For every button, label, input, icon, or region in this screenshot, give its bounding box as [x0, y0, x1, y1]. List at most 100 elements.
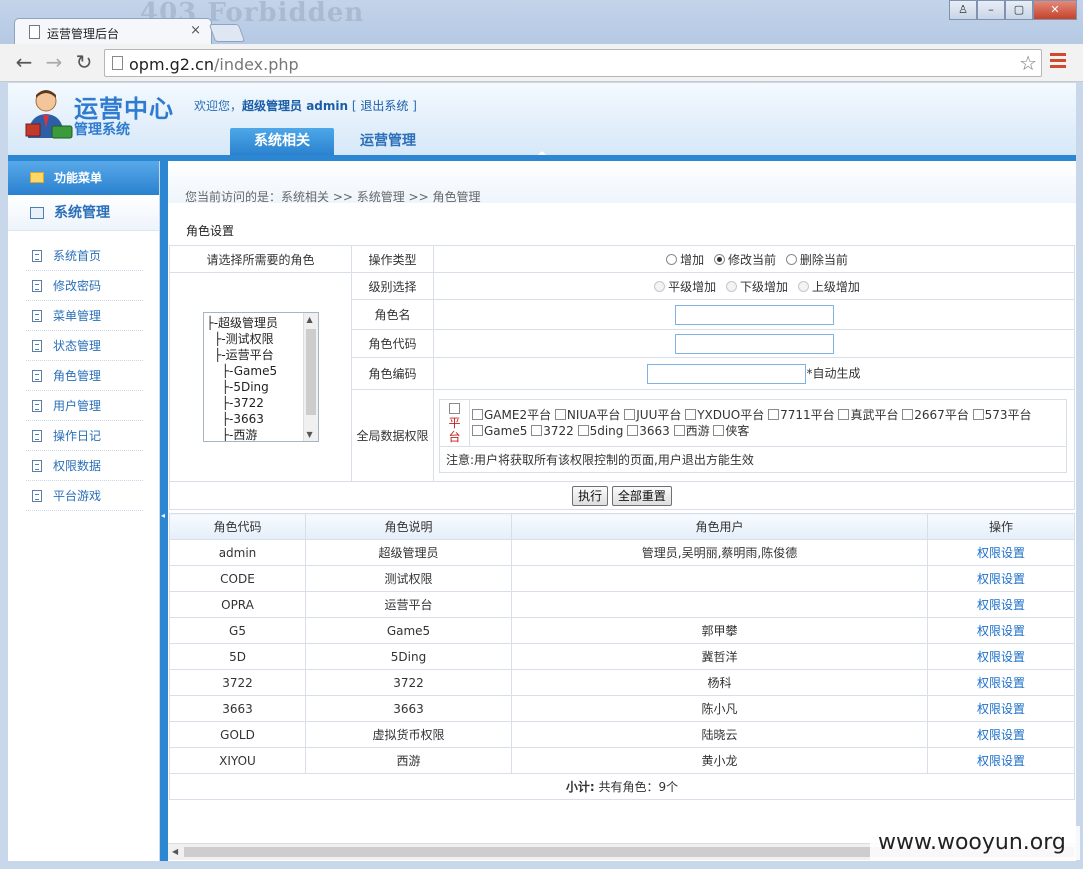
- sidebar-item-roles[interactable]: 角色管理: [8, 361, 159, 391]
- table-row: 3722 3722 杨科 权限设置: [169, 669, 1075, 696]
- col-role-desc: 角色说明: [305, 513, 512, 540]
- logout-link[interactable]: 退出系统: [360, 99, 408, 113]
- sidebar-item-menu[interactable]: 菜单管理: [8, 301, 159, 331]
- permission-settings-link[interactable]: 权限设置: [927, 565, 1075, 592]
- forward-icon[interactable]: →: [42, 50, 66, 74]
- scrollbar-thumb[interactable]: [305, 329, 316, 415]
- bookmark-star-icon[interactable]: ☆: [1019, 51, 1037, 75]
- page-icon: [112, 56, 123, 70]
- tree-item[interactable]: ├-测试权限: [207, 331, 318, 347]
- reload-icon[interactable]: ↻: [72, 50, 96, 74]
- permission-settings-link[interactable]: 权限设置: [927, 747, 1075, 774]
- close-window-button[interactable]: ✕: [1033, 0, 1077, 20]
- platform-checkbox[interactable]: [685, 408, 697, 420]
- collapse-arrow-icon[interactable]: [538, 151, 546, 155]
- platform-permission-table: 平台 GAME2平台 NIUA平台 JUU平台 YXDUO平台 7711平台 真…: [439, 398, 1067, 473]
- platform-checkbox[interactable]: [768, 408, 780, 420]
- tree-item[interactable]: ├-5Ding: [207, 379, 318, 395]
- maximize-button[interactable]: ▢: [1005, 0, 1033, 20]
- platform-checkbox[interactable]: [554, 408, 566, 420]
- radio-delete[interactable]: [785, 253, 797, 265]
- table-row: XIYOU 西游 黄小龙 权限设置: [169, 747, 1075, 774]
- sidebar-splitter[interactable]: ◂: [160, 161, 168, 861]
- platform-checkbox[interactable]: [838, 408, 850, 420]
- table-row: admin 超级管理员 管理员,吴明丽,蔡明雨,陈俊德 权限设置: [169, 539, 1075, 566]
- radio-upper-level[interactable]: [797, 280, 809, 292]
- permission-settings-link[interactable]: 权限设置: [927, 617, 1075, 644]
- platform-checkbox[interactable]: [713, 424, 725, 436]
- sidebar-group-system[interactable]: 系统管理: [8, 195, 159, 231]
- platform-checkbox[interactable]: [472, 408, 483, 420]
- radio-modify[interactable]: [713, 253, 725, 265]
- auto-generate-note: *自动生成: [806, 366, 861, 380]
- permission-settings-link[interactable]: 权限设置: [927, 591, 1075, 618]
- sidebar-item-home[interactable]: 系统首页: [8, 241, 159, 271]
- platform-all-checkbox[interactable]: [448, 402, 460, 414]
- welcome-text: 欢迎您，超级管理员 admin [ 退出系统 ]: [194, 99, 417, 113]
- minimize-button[interactable]: –: [977, 0, 1005, 20]
- permission-settings-link[interactable]: 权限设置: [927, 539, 1075, 566]
- tab-close-icon[interactable]: ×: [190, 23, 201, 38]
- tree-item[interactable]: ├-Game5: [207, 363, 318, 379]
- role-code-input[interactable]: [674, 333, 834, 354]
- document-icon: [32, 490, 42, 502]
- document-icon: [32, 310, 42, 322]
- chrome-menu-icon[interactable]: [1050, 53, 1066, 71]
- radio-lower-level[interactable]: [725, 280, 737, 292]
- platform-checkbox[interactable]: [673, 424, 685, 436]
- breadcrumb: 您当前访问的是：系统相关 >> 系统管理 >> 角色管理: [185, 190, 481, 204]
- tree-item[interactable]: ├-西游: [207, 427, 318, 441]
- role-name-input[interactable]: [674, 304, 834, 325]
- platform-checkbox[interactable]: [972, 408, 984, 420]
- scroll-left-icon[interactable]: ◀: [172, 847, 178, 856]
- role-number-input[interactable]: [647, 363, 807, 384]
- platform-checkbox[interactable]: [472, 424, 483, 436]
- tab-operations[interactable]: 运营管理: [336, 128, 440, 155]
- col-actions: 操作: [927, 513, 1075, 540]
- permission-settings-link[interactable]: 权限设置: [927, 695, 1075, 722]
- platform-checkbox[interactable]: [902, 408, 914, 420]
- role-name-label: 角色名: [351, 299, 434, 330]
- permission-settings-link[interactable]: 权限设置: [927, 669, 1075, 696]
- tab-system[interactable]: 系统相关: [230, 128, 334, 155]
- execute-button[interactable]: 执行: [572, 485, 609, 506]
- address-bar[interactable]: opm.g2.cn/index.php ☆: [104, 49, 1042, 77]
- document-icon: [32, 280, 42, 292]
- window-controls: ♙ – ▢ ✕: [949, 0, 1077, 20]
- scroll-down-icon[interactable]: ▼: [307, 430, 313, 439]
- logo-subtitle: 管理系统: [74, 122, 130, 138]
- sidebar-item-status[interactable]: 状态管理: [8, 331, 159, 361]
- platform-checkbox[interactable]: [627, 424, 639, 436]
- tree-scrollbar[interactable]: ▲ ▼: [302, 313, 318, 441]
- radio-same-level[interactable]: [654, 280, 666, 292]
- user-icon[interactable]: ♙: [949, 0, 977, 20]
- sidebar-list: 系统首页 修改密码 菜单管理 状态管理 角色管理 用户管理 操作日记 权限数据 …: [8, 231, 159, 511]
- tree-item[interactable]: ├-3722: [207, 395, 318, 411]
- sidebar-item-log[interactable]: 操作日记: [8, 421, 159, 451]
- tree-item[interactable]: ├-运营平台: [207, 347, 318, 363]
- permission-settings-link[interactable]: 权限设置: [927, 721, 1075, 748]
- platform-checkbox[interactable]: [624, 408, 636, 420]
- sidebar-item-games[interactable]: 平台游戏: [8, 481, 159, 511]
- sidebar-item-permissions[interactable]: 权限数据: [8, 451, 159, 481]
- collapse-left-icon[interactable]: ◂: [161, 511, 165, 520]
- browser-tab[interactable]: 运营管理后台 ×: [14, 18, 212, 45]
- reset-all-button[interactable]: 全部重置: [611, 485, 672, 506]
- table-row: OPRA 运营平台 权限设置: [169, 591, 1075, 618]
- role-tree-listbox[interactable]: ├-超级管理员 ├-测试权限 ├-运营平台 ├-Game5 ├-5Ding ├-…: [202, 312, 319, 442]
- document-icon: [32, 340, 42, 352]
- radio-add[interactable]: [666, 253, 678, 265]
- sidebar-item-users[interactable]: 用户管理: [8, 391, 159, 421]
- scroll-up-icon[interactable]: ▲: [307, 315, 313, 324]
- sidebar-item-password[interactable]: 修改密码: [8, 271, 159, 301]
- tree-item[interactable]: ├-超级管理员: [207, 315, 318, 331]
- back-icon[interactable]: ←: [12, 50, 36, 74]
- new-tab-button[interactable]: [208, 24, 246, 42]
- platform-checkbox[interactable]: [531, 424, 543, 436]
- platform-checkbox[interactable]: [577, 424, 589, 436]
- tree-item[interactable]: ├-3663: [207, 411, 318, 427]
- select-role-label: 请选择所需要的角色: [169, 245, 352, 273]
- permission-settings-link[interactable]: 权限设置: [927, 643, 1075, 670]
- level-label: 级别选择: [351, 272, 434, 300]
- document-icon: [32, 400, 42, 412]
